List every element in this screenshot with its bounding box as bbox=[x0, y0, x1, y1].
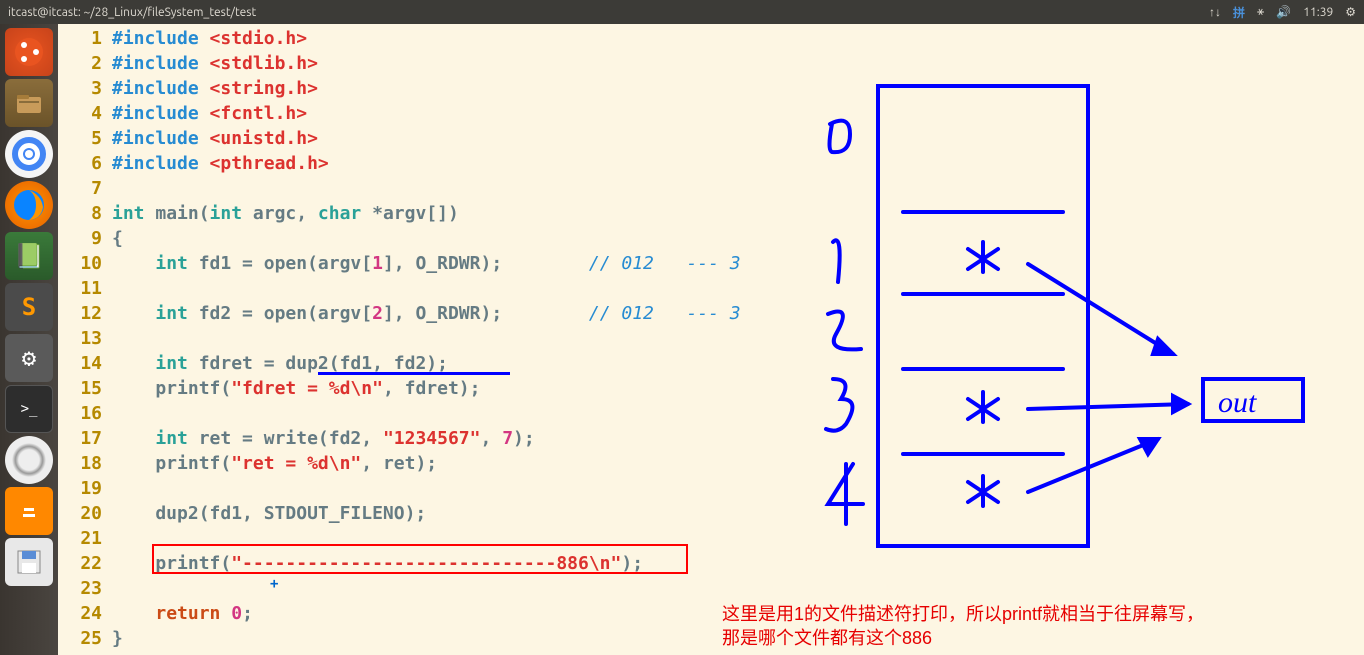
code-line bbox=[112, 526, 1364, 551]
line-number-gutter: 1 2 3 4 5 6 7 8 9 10 11 12 13 14 15 16 1… bbox=[58, 24, 112, 655]
settings-icon[interactable]: ⚙ bbox=[5, 334, 53, 382]
code-line: dup2(fd1, STDOUT_FILENO); bbox=[112, 501, 1364, 526]
line-number: 19 bbox=[58, 476, 102, 501]
code-line: printf("ret = %d\n", ret); bbox=[112, 451, 1364, 476]
code-line: printf("-----------------------------886… bbox=[112, 551, 1364, 576]
disc-icon[interactable] bbox=[5, 436, 53, 484]
code-line: int fd2 = open(argv[2], O_RDWR); // 012 … bbox=[112, 301, 1364, 326]
code-content[interactable]: #include <stdio.h> #include <stdlib.h> #… bbox=[112, 24, 1364, 655]
code-line bbox=[112, 576, 1364, 601]
top-menu-bar: itcast@itcast: ~/28_Linux/fileSystem_tes… bbox=[0, 0, 1364, 24]
line-number: 3 bbox=[58, 76, 102, 101]
line-number: 12 bbox=[58, 301, 102, 326]
ime-indicator[interactable]: 拼 bbox=[1233, 4, 1245, 21]
line-number: 15 bbox=[58, 376, 102, 401]
code-editor[interactable]: 1 2 3 4 5 6 7 8 9 10 11 12 13 14 15 16 1… bbox=[58, 24, 1364, 655]
code-line: #include <unistd.h> bbox=[112, 126, 1364, 151]
save-icon[interactable] bbox=[5, 538, 53, 586]
chrome-icon[interactable] bbox=[5, 130, 53, 178]
line-number: 24 bbox=[58, 601, 102, 626]
sublime-icon[interactable]: S bbox=[5, 283, 53, 331]
gear-icon[interactable]: ⚙ bbox=[1345, 5, 1356, 19]
line-number: 23 bbox=[58, 576, 102, 601]
files-icon[interactable] bbox=[5, 79, 53, 127]
line-number: 18 bbox=[58, 451, 102, 476]
code-line: printf("fdret = %d\n", fdret); bbox=[112, 376, 1364, 401]
line-number: 13 bbox=[58, 326, 102, 351]
firefox-icon[interactable] bbox=[5, 181, 53, 229]
unity-launcher: 📗 S ⚙ >_ bbox=[0, 24, 58, 655]
clock[interactable]: 11:39 bbox=[1303, 6, 1333, 19]
line-number: 7 bbox=[58, 176, 102, 201]
code-line: #include <fcntl.h> bbox=[112, 101, 1364, 126]
code-line: #include <pthread.h> bbox=[112, 151, 1364, 176]
line-number: 20 bbox=[58, 501, 102, 526]
line-number: 17 bbox=[58, 426, 102, 451]
code-line bbox=[112, 326, 1364, 351]
line-number: 2 bbox=[58, 51, 102, 76]
line-number: 16 bbox=[58, 401, 102, 426]
line-number: 22 bbox=[58, 551, 102, 576]
network-icon[interactable]: ↑↓ bbox=[1209, 5, 1221, 19]
code-line: int main(int argc, char *argv[]) bbox=[112, 201, 1364, 226]
book-icon[interactable]: 📗 bbox=[5, 232, 53, 280]
line-number: 4 bbox=[58, 101, 102, 126]
code-line: { bbox=[112, 226, 1364, 251]
window-title: itcast@itcast: ~/28_Linux/fileSystem_tes… bbox=[8, 6, 1209, 19]
code-line: #include <stdio.h> bbox=[112, 26, 1364, 51]
code-line bbox=[112, 401, 1364, 426]
line-number: 11 bbox=[58, 276, 102, 301]
code-line: int fd1 = open(argv[1], O_RDWR); // 012 … bbox=[112, 251, 1364, 276]
system-tray: ↑↓ 拼 ⚹ 🔊 11:39 ⚙ bbox=[1209, 4, 1356, 21]
cursor-indicator: + bbox=[270, 572, 278, 597]
terminal-icon[interactable]: >_ bbox=[5, 385, 53, 433]
ubuntu-dash-icon[interactable] bbox=[5, 28, 53, 76]
line-number: 9 bbox=[58, 226, 102, 251]
bluetooth-icon[interactable]: ⚹ bbox=[1257, 5, 1264, 19]
code-line: #include <stdlib.h> bbox=[112, 51, 1364, 76]
volume-icon[interactable]: 🔊 bbox=[1276, 5, 1291, 19]
line-number: 1 bbox=[58, 26, 102, 51]
line-number: 10 bbox=[58, 251, 102, 276]
line-number: 14 bbox=[58, 351, 102, 376]
vlc-icon[interactable] bbox=[5, 487, 53, 535]
line-number: 8 bbox=[58, 201, 102, 226]
annotation-text: 这里是用1的文件描述符打印，所以printf就相当于往屏幕写， 那是哪个文件都有… bbox=[722, 602, 1204, 650]
code-line bbox=[112, 176, 1364, 201]
line-number: 5 bbox=[58, 126, 102, 151]
line-number: 6 bbox=[58, 151, 102, 176]
code-line bbox=[112, 276, 1364, 301]
code-line: int ret = write(fd2, "1234567", 7); bbox=[112, 426, 1364, 451]
line-number: 21 bbox=[58, 526, 102, 551]
line-number: 25 bbox=[58, 626, 102, 651]
code-line: int fdret = dup2(fd1, fd2); bbox=[112, 351, 1364, 376]
code-line bbox=[112, 476, 1364, 501]
code-line: #include <string.h> bbox=[112, 76, 1364, 101]
